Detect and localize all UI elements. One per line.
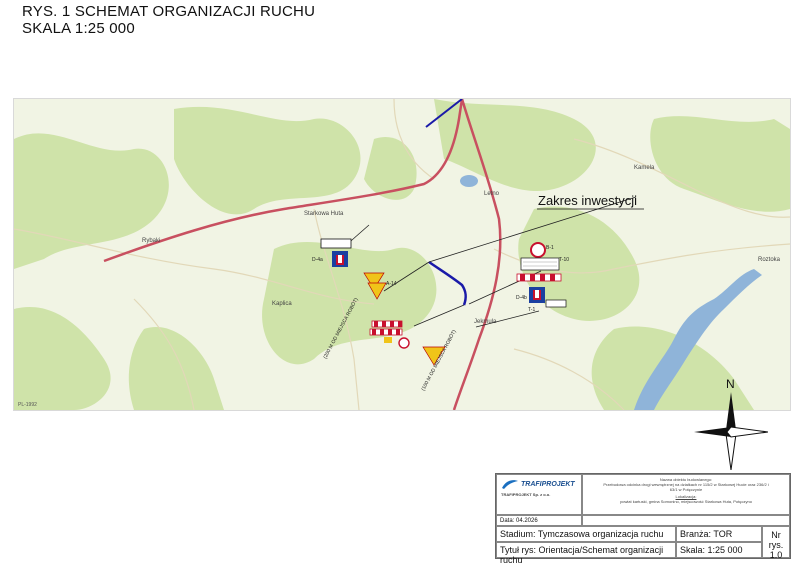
code-t10: T-10 (559, 257, 569, 263)
code-d4b: D-4b (516, 295, 527, 301)
place-letno: Letno (484, 191, 500, 197)
scale-cell: Skala: 1:25 000 (676, 542, 762, 558)
title-line-1: RYS. 1 SCHEMAT ORGANIZACJI RUCHU (22, 3, 316, 20)
small-lake (460, 175, 478, 187)
empty-cell (582, 515, 790, 526)
branch-cell: Branża: TOR (676, 526, 762, 542)
map-canvas: Rybaki Starkowa Huta Kaplica Jekmula Kam… (14, 99, 790, 410)
place-rybaki: Rybaki (142, 238, 160, 244)
title-line-2: SKALA 1:25 000 (22, 20, 135, 37)
drawing-number-value: 1.0 (769, 550, 783, 560)
title-block: TRAFIPROJEKT TRAFIPROJEKT Sp. z o.o. Naz… (495, 473, 791, 565)
location-value: powiat kartuski, gmina Somonino, miejsco… (620, 499, 752, 504)
sign-b1-east (530, 242, 546, 258)
place-roztoka: Roztoka (758, 257, 781, 263)
company-name: TRAFIPROJEKT (521, 480, 575, 488)
scale-value: Skala: 1:25 000 (680, 545, 743, 555)
branch-value: Branża: TOR (680, 529, 733, 539)
code-t1: T-1 (528, 307, 535, 313)
drawing-title-cell: Tytuł rys: Orientacja/Schemat organizacj… (496, 542, 676, 565)
code-b1: B-1 (546, 245, 554, 251)
object-value: Przebudowa odcinka drogi wewnętrznej na … (603, 482, 769, 492)
compass-east-pointer (726, 426, 769, 438)
code-a14: A-14 (386, 281, 397, 287)
place-jekmula: Jekmula (474, 319, 497, 325)
date-value: Data: 04.2026 (500, 518, 538, 524)
drawing-number-label: Nr rys. (768, 530, 784, 550)
company-full-name: TRAFIPROJEKT Sp. z o.o. (501, 492, 551, 497)
barrier-east (516, 273, 562, 282)
drawing-number-cell: Nr rys. 1.0 (762, 526, 790, 560)
coordinate-system-label: PL-1992 (18, 402, 37, 408)
place-kaplica: Kaplica (272, 301, 292, 307)
place-kamela: Kamela (634, 165, 655, 171)
stage-value: Stadium: Tymczasowa organizacja ruchu (500, 529, 664, 539)
map-view[interactable]: Rybaki Starkowa Huta Kaplica Jekmula Kam… (13, 98, 791, 411)
date-cell: Data: 04.2026 (496, 515, 582, 526)
object-cell: Nazwa obiektu budowlanego: Przebudowa od… (582, 474, 790, 515)
code-d4a: D-4a (312, 257, 323, 263)
stage-cell: Stadium: Tymczasowa organizacja ruchu (496, 526, 676, 542)
info-plate-east (520, 257, 560, 271)
company-logo-icon (502, 480, 518, 489)
north-arrow: N (694, 377, 769, 475)
company-logo-cell: TRAFIPROJEKT TRAFIPROJEKT Sp. z o.o. (496, 474, 582, 515)
north-label: N (726, 378, 735, 391)
drawing-title: RYS. 1 SCHEMAT ORGANIZACJI RUCHU SKALA 1… (22, 3, 315, 37)
place-starkowa-huta: Starkowa Huta (304, 211, 344, 217)
drawing-title-value: Tytuł rys: Orientacja/Schemat organizacj… (500, 545, 664, 565)
investment-annotation: Zakres inwestycji (538, 193, 637, 208)
